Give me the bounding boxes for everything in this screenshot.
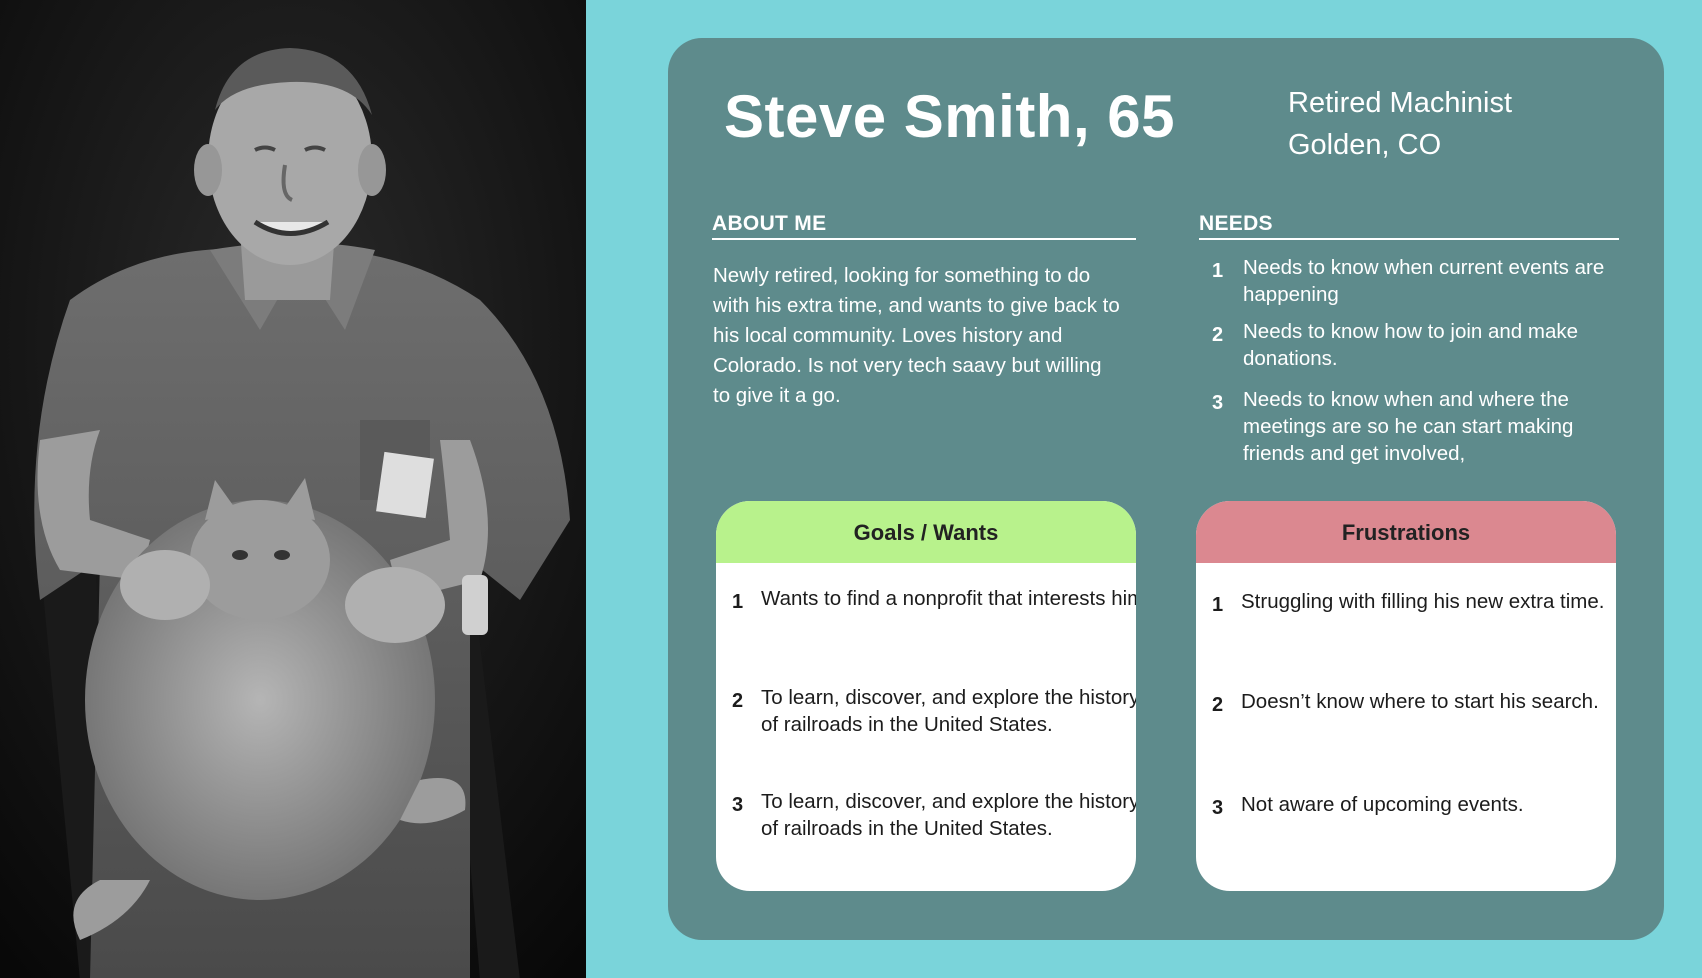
about-text: Newly retired, looking for something to … bbox=[713, 264, 1120, 407]
need-item: 3 Needs to know when and where the meeti… bbox=[1199, 386, 1629, 467]
frustrations-heading: Frustrations bbox=[1196, 501, 1616, 563]
need-text: Needs to know when current events are ha… bbox=[1243, 256, 1605, 306]
goal-item: 3 To learn, discover, and explore the hi… bbox=[716, 788, 1136, 842]
goal-item: 1 Wants to find a nonprofit that interes… bbox=[716, 585, 1136, 613]
goal-item: 2 To learn, discover, and explore the hi… bbox=[716, 684, 1136, 738]
needs-list: 1 Needs to know when current events are … bbox=[1199, 254, 1629, 477]
persona-photo bbox=[0, 0, 586, 978]
goal-text: To learn, discover, and explore the hist… bbox=[761, 790, 1136, 840]
need-number: 3 bbox=[1212, 392, 1224, 414]
frustration-number: 2 bbox=[1212, 694, 1224, 716]
persona-details: Retired Machinist Golden, CO bbox=[1288, 82, 1512, 166]
goal-text: To learn, discover, and explore the hist… bbox=[761, 686, 1136, 736]
goal-number: 1 bbox=[732, 591, 744, 613]
goal-number: 3 bbox=[732, 794, 744, 816]
persona-location: Golden, CO bbox=[1288, 129, 1442, 161]
persona-role: Retired Machinist bbox=[1288, 87, 1513, 119]
frustration-text: Not aware of upcoming events. bbox=[1241, 793, 1524, 816]
persona-name: Steve Smith, 65 bbox=[724, 83, 1176, 150]
goal-number: 2 bbox=[732, 690, 744, 712]
frustration-item: 2 Doesn’t know where to start his search… bbox=[1196, 688, 1616, 716]
frustration-item: 3 Not aware of upcoming events. bbox=[1196, 791, 1616, 819]
need-number: 2 bbox=[1212, 324, 1224, 346]
need-item: 1 Needs to know when current events are … bbox=[1199, 254, 1629, 308]
need-text: Needs to know how to join and make donat… bbox=[1243, 320, 1579, 370]
persona-photo-illustration bbox=[0, 0, 586, 978]
frustrations-box: Frustrations 1 Struggling with filling h… bbox=[1196, 501, 1616, 891]
frustration-text: Struggling with filling his new extra ti… bbox=[1241, 590, 1605, 613]
frustration-text: Doesn’t know where to start his search. bbox=[1241, 690, 1599, 713]
need-number: 1 bbox=[1212, 260, 1224, 282]
goals-box: Goals / Wants 1 Wants to find a nonprofi… bbox=[716, 501, 1136, 891]
frustration-number: 3 bbox=[1212, 797, 1224, 819]
goal-text: Wants to find a nonprofit that interests… bbox=[761, 587, 1136, 610]
need-text: Needs to know when and where the meeting… bbox=[1243, 388, 1574, 465]
need-item: 2 Needs to know how to join and make don… bbox=[1199, 318, 1629, 372]
frustration-item: 1 Struggling with filling his new extra … bbox=[1196, 588, 1616, 616]
frustration-number: 1 bbox=[1212, 594, 1224, 616]
needs-heading: NEEDS bbox=[1199, 212, 1619, 240]
persona-card: Steve Smith, 65 Retired Machinist Golden… bbox=[668, 38, 1664, 940]
goals-heading: Goals / Wants bbox=[716, 501, 1136, 563]
about-heading: ABOUT ME bbox=[712, 212, 1136, 240]
